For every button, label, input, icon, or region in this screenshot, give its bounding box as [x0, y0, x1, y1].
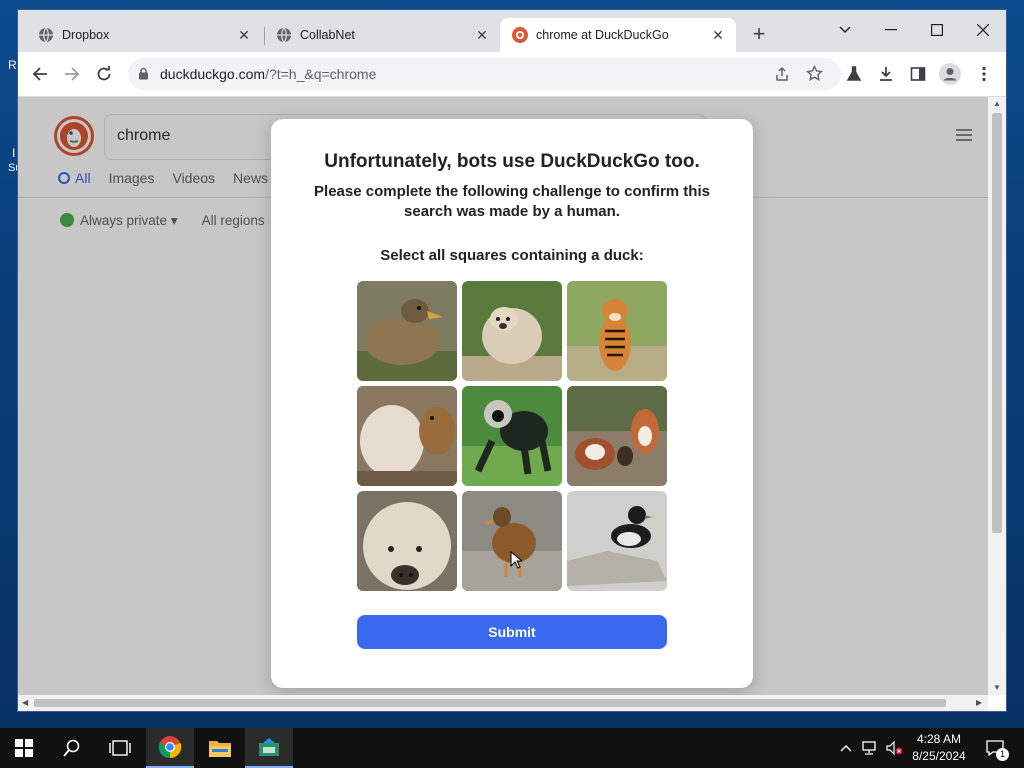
page-viewport: chrome All Images Videos News Always pri…: [18, 97, 988, 695]
close-tab-icon[interactable]: ✕: [710, 27, 726, 43]
notifications-icon[interactable]: 1: [980, 728, 1010, 768]
labs-flask-icon[interactable]: [840, 60, 868, 88]
vertical-scrollbar[interactable]: ▲ ▼: [988, 97, 1006, 695]
tab-title: CollabNet: [300, 28, 355, 42]
toolbar: duckduckgo.com/?t=h_&q=chrome: [18, 52, 1006, 97]
system-clock[interactable]: 4:28 AM 8/25/2024: [905, 731, 973, 765]
file-explorer-icon[interactable]: [196, 728, 244, 768]
image-tile-pig[interactable]: [357, 491, 457, 591]
downloads-icon[interactable]: [872, 60, 900, 88]
submit-button[interactable]: Submit: [357, 615, 667, 649]
clock-date: 8/25/2024: [912, 749, 966, 763]
scroll-down-arrow-icon[interactable]: ▼: [993, 683, 1001, 692]
taskbar: 4:28 AM 8/25/2024 1: [0, 728, 1024, 768]
desktop-icon-label: I: [12, 146, 16, 160]
search-icon[interactable]: [48, 728, 96, 768]
address-bar[interactable]: duckduckgo.com/?t=h_&q=chrome: [128, 58, 841, 90]
image-tile-duck[interactable]: [462, 491, 562, 591]
scroll-left-arrow-icon[interactable]: ◀: [22, 698, 28, 707]
share-icon[interactable]: [774, 66, 790, 87]
globe-icon: [38, 27, 54, 43]
tray-chevron-up-icon[interactable]: [834, 728, 858, 768]
side-panel-icon[interactable]: [904, 60, 932, 88]
scrollbar-thumb[interactable]: [992, 113, 1002, 533]
image-tile-duck[interactable]: [357, 281, 457, 381]
tab-search-icon[interactable]: [822, 16, 868, 44]
forward-button[interactable]: [58, 60, 86, 88]
image-tile-monkey[interactable]: [462, 386, 562, 486]
mouse-cursor-icon: [510, 551, 522, 569]
tab-title: Dropbox: [62, 28, 110, 42]
globe-icon: [276, 27, 292, 43]
tab-collabnet[interactable]: CollabNet ✕: [264, 18, 500, 52]
bookmark-star-icon[interactable]: [806, 64, 823, 87]
clock-time: 4:28 AM: [916, 732, 962, 746]
tab-dropbox[interactable]: Dropbox ✕: [26, 18, 262, 52]
menu-kebab-icon[interactable]: [970, 60, 998, 88]
profile-avatar-icon[interactable]: [936, 60, 964, 88]
minimize-button[interactable]: [868, 16, 914, 44]
back-button[interactable]: [26, 60, 54, 88]
scrollbar-thumb[interactable]: [34, 699, 946, 707]
app-taskbar-icon[interactable]: [245, 728, 293, 768]
image-tile-tiger[interactable]: [567, 281, 667, 381]
start-button[interactable]: [0, 728, 48, 768]
bot-challenge-dialog: Unfortunately, bots use DuckDuckGo too. …: [271, 119, 753, 688]
task-view-icon[interactable]: [96, 728, 144, 768]
tab-duckduckgo[interactable]: chrome at DuckDuckGo ✕: [500, 18, 736, 52]
image-tile-dogs[interactable]: [567, 386, 667, 486]
tab-strip: Dropbox ✕ CollabNet ✕ chrome at DuckDuck…: [18, 10, 1006, 52]
image-tile-duck[interactable]: [567, 491, 667, 591]
close-tab-icon[interactable]: ✕: [474, 27, 490, 43]
reload-button[interactable]: [90, 60, 118, 88]
image-tile-bear[interactable]: [462, 281, 562, 381]
lock-icon: [138, 67, 149, 85]
duckduckgo-icon: [512, 27, 528, 43]
url-text: duckduckgo.com/?t=h_&q=chrome: [160, 66, 377, 82]
notification-count-badge: 1: [996, 748, 1009, 761]
challenge-prompt: Select all squares containing a duck:: [380, 247, 644, 264]
network-icon[interactable]: [858, 728, 882, 768]
challenge-title: Unfortunately, bots use DuckDuckGo too.: [324, 151, 700, 172]
image-grid: [357, 281, 667, 591]
desktop-icon-label: R: [8, 58, 17, 72]
challenge-subtitle: Please complete the following challenge …: [314, 183, 710, 220]
scroll-up-arrow-icon[interactable]: ▲: [993, 99, 1001, 108]
volume-muted-icon[interactable]: [882, 728, 906, 768]
horizontal-scrollbar[interactable]: ◀ ▶: [18, 695, 988, 711]
image-tile-bear[interactable]: [357, 386, 457, 486]
close-tab-icon[interactable]: ✕: [236, 27, 252, 43]
chrome-taskbar-icon[interactable]: [146, 728, 194, 768]
browser-window: Dropbox ✕ CollabNet ✕ chrome at DuckDuck…: [18, 10, 1006, 711]
scroll-right-arrow-icon[interactable]: ▶: [976, 698, 982, 707]
maximize-button[interactable]: [914, 16, 960, 44]
close-window-button[interactable]: [960, 16, 1006, 44]
tab-title: chrome at DuckDuckGo: [536, 28, 669, 42]
new-tab-button[interactable]: +: [748, 23, 770, 46]
